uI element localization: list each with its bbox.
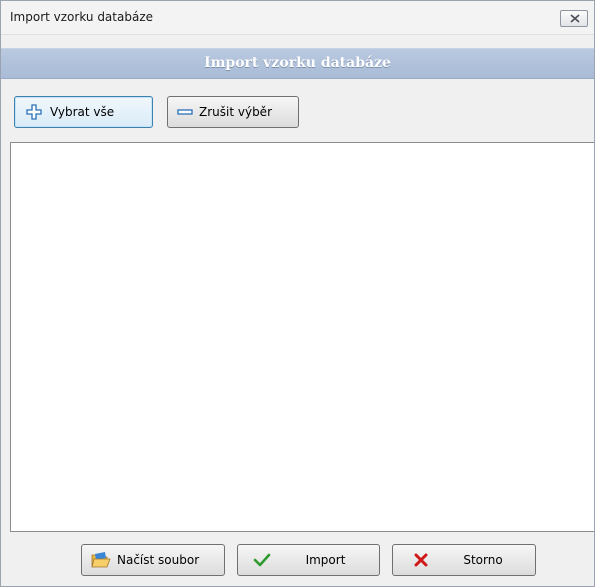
import-label: Import: [305, 553, 346, 567]
folder-open-icon: [91, 550, 111, 570]
import-dialog-window: Import vzorku databáze Import vzorku dat…: [0, 0, 595, 587]
cancel-label: Storno: [463, 553, 503, 567]
select-all-label: Vybrat vše: [50, 105, 115, 119]
dialog-header: Import vzorku databáze: [1, 48, 594, 79]
database-items-list[interactable]: [10, 142, 594, 532]
minus-icon: [175, 102, 195, 122]
plus-icon: [24, 102, 44, 122]
cancel-button[interactable]: Storno: [392, 544, 536, 576]
import-button[interactable]: Import: [237, 544, 380, 576]
checkmark-icon: [252, 550, 272, 570]
dialog-header-title: Import vzorku databáze: [204, 55, 391, 71]
load-file-label: Načíst soubor: [117, 553, 200, 567]
load-file-button[interactable]: Načíst soubor: [81, 544, 225, 576]
deselect-all-button[interactable]: Zrušit výběr: [167, 96, 299, 128]
close-icon: [570, 14, 580, 23]
deselect-all-label: Zrušit výběr: [199, 105, 273, 119]
window-title: Import vzorku databáze: [10, 10, 153, 24]
close-button[interactable]: [560, 10, 588, 27]
title-bar[interactable]: Import vzorku databáze: [1, 1, 594, 35]
red-x-icon: [411, 550, 431, 570]
select-all-button[interactable]: Vybrat vše: [14, 96, 153, 128]
